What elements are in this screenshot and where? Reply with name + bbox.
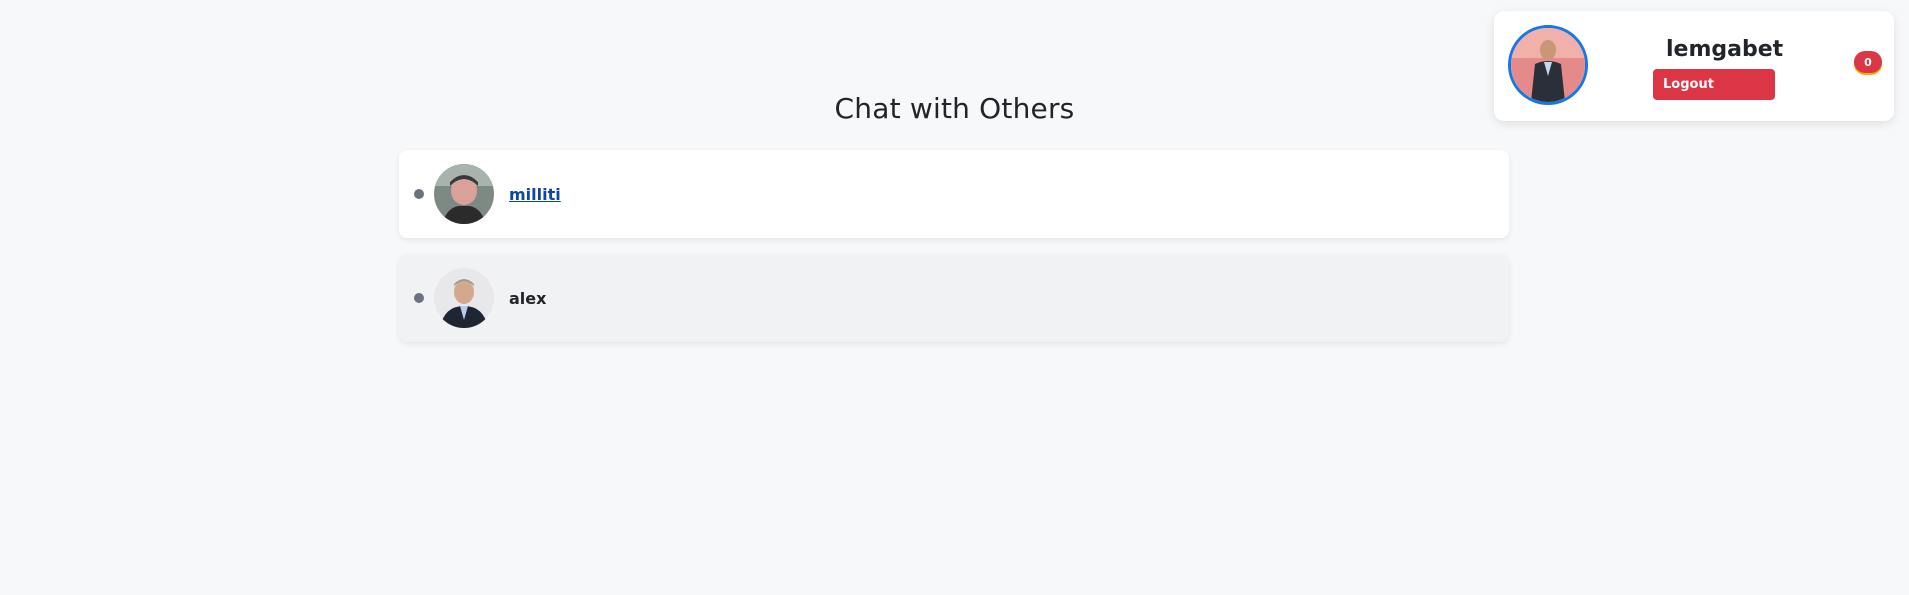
notification-badge[interactable]: 0	[1854, 51, 1882, 73]
user-card: lemgabet Logout 0	[1494, 11, 1894, 121]
avatar	[434, 268, 494, 328]
status-dot-icon	[414, 293, 424, 303]
status-dot-icon	[414, 189, 424, 199]
chat-item-milliti[interactable]: milliti	[399, 150, 1509, 238]
chat-page: Chat with Others milliti alex lemgabet L…	[0, 0, 1909, 595]
username: lemgabet	[1666, 37, 1784, 62]
chat-name-link[interactable]: milliti	[509, 185, 561, 204]
logout-button[interactable]: Logout	[1653, 69, 1775, 100]
chat-item-alex[interactable]: alex	[399, 254, 1509, 342]
chat-name: alex	[509, 288, 547, 308]
avatar	[434, 164, 494, 224]
chat-list: milliti alex	[399, 150, 1509, 358]
avatar[interactable]	[1508, 25, 1588, 105]
